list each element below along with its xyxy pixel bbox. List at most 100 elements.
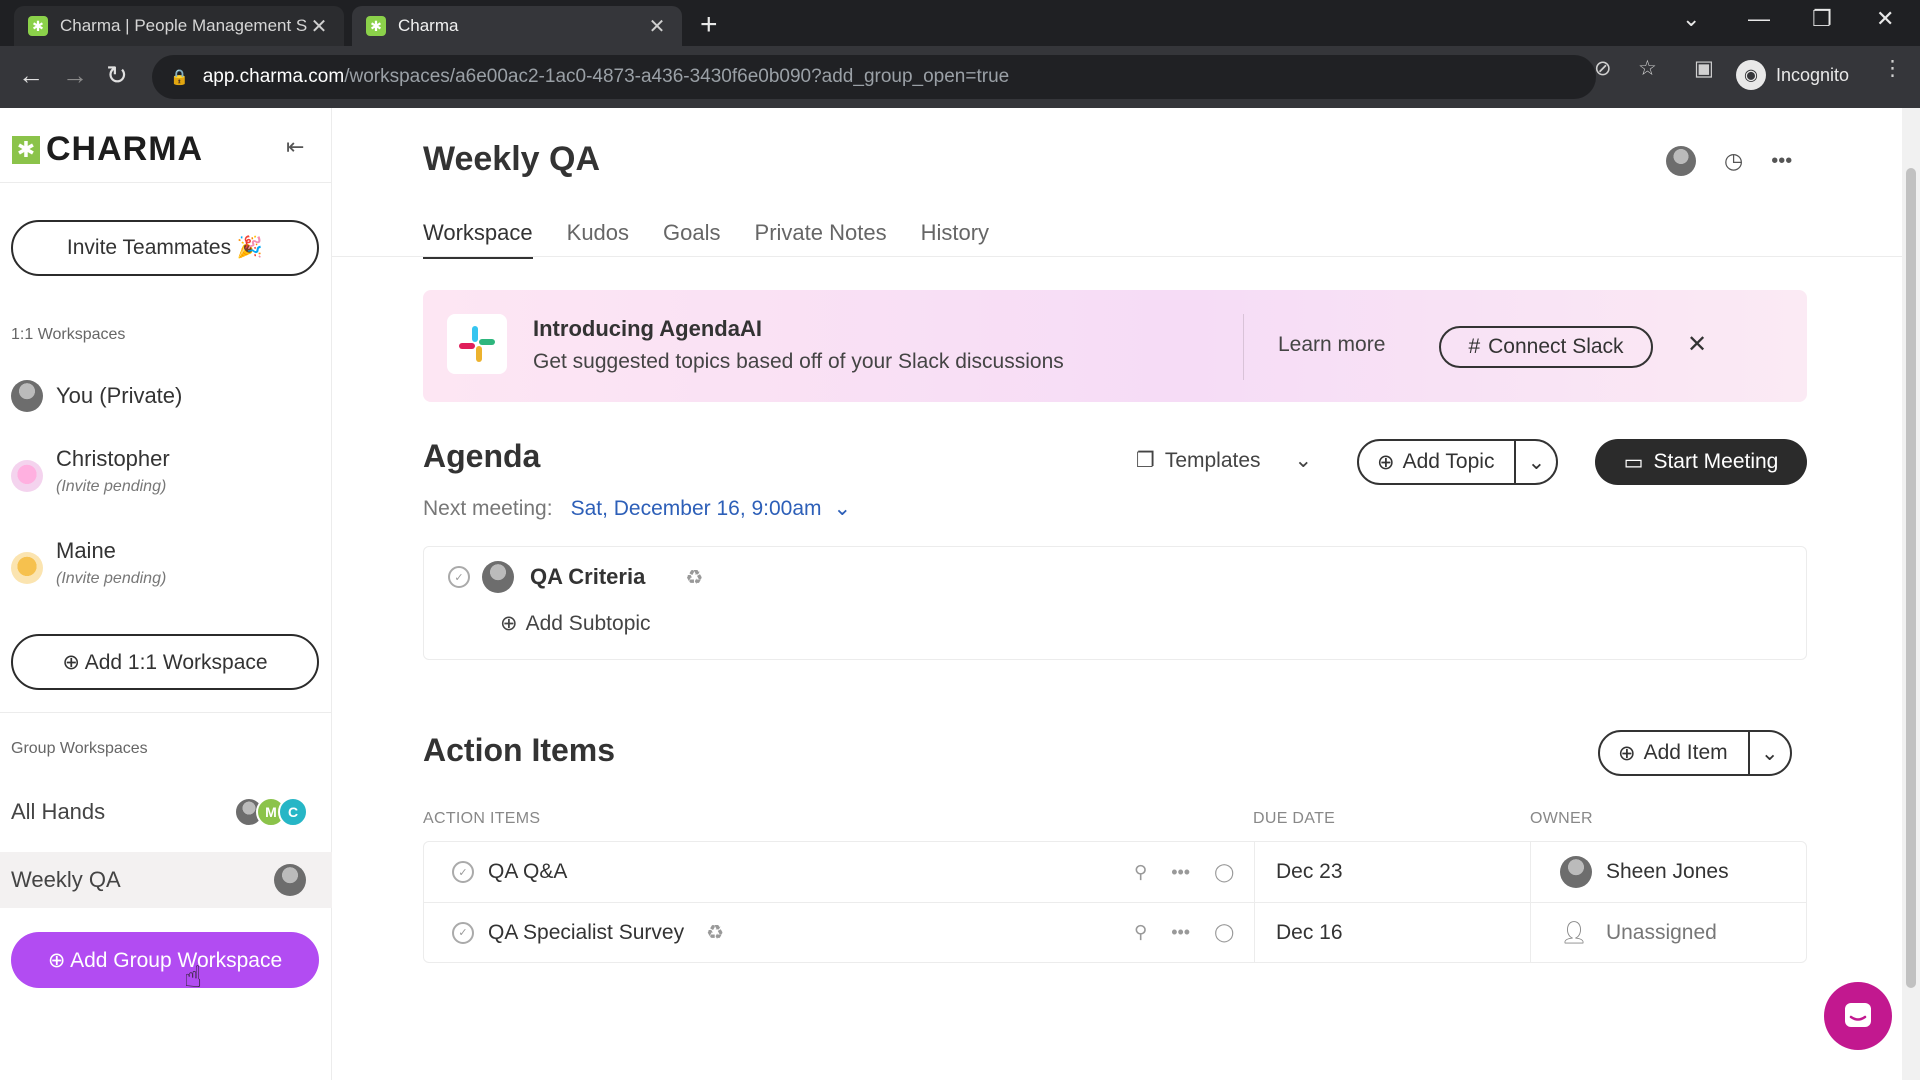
charma-logo-icon: ✱ bbox=[12, 135, 40, 164]
charma-logo[interactable]: ✱ CHARMA bbox=[12, 130, 203, 169]
logo-text: CHARMA bbox=[46, 130, 204, 168]
agenda-topic-card: ✓ QA Criteria ♻ ⊕ Add Subtopic bbox=[423, 546, 1807, 660]
tab-history[interactable]: History bbox=[921, 220, 989, 259]
divider bbox=[1254, 903, 1255, 963]
comment-icon[interactable]: ◯ bbox=[1214, 922, 1234, 943]
plus-circle-icon: ⊕ bbox=[500, 612, 518, 635]
sidebar-item-all-hands[interactable]: All Hands M C bbox=[0, 784, 332, 840]
banner-subtitle: Get suggested topics based off of your S… bbox=[533, 350, 1064, 373]
browser-tabbar: ✱ Charma | People Management S ✕ ✱ Charm… bbox=[0, 0, 1920, 46]
incognito-profile[interactable]: ◉ Incognito bbox=[1736, 60, 1849, 90]
support-chat-button[interactable] bbox=[1824, 982, 1892, 1050]
divider bbox=[0, 712, 332, 713]
check-circle-icon[interactable]: ✓ bbox=[452, 921, 474, 944]
tab-workspace[interactable]: Workspace bbox=[423, 220, 533, 259]
column-header-owner[interactable]: OWNER bbox=[1530, 810, 1593, 828]
add-topic-button[interactable]: ⊕ Add Topic bbox=[1359, 441, 1517, 483]
sidebar-item-maine[interactable]: Maine (Invite pending) bbox=[11, 538, 321, 588]
minimize-icon[interactable]: — bbox=[1748, 6, 1770, 32]
workspace-tabs: Workspace Kudos Goals Private Notes Hist… bbox=[423, 220, 1023, 259]
tab-search-icon[interactable]: ⌄ bbox=[1682, 6, 1700, 32]
close-tab-icon[interactable]: ✕ bbox=[308, 14, 330, 39]
check-circle-icon[interactable]: ✓ bbox=[448, 566, 470, 588]
sidebar-item-weekly-qa[interactable]: Weekly QA bbox=[0, 852, 332, 908]
clock-icon[interactable]: ◷ bbox=[1724, 148, 1743, 174]
close-banner-icon[interactable]: ✕ bbox=[1687, 330, 1707, 359]
chevron-down-icon[interactable]: ⌄ bbox=[834, 496, 852, 521]
due-date[interactable]: Dec 16 bbox=[1276, 921, 1343, 945]
action-item-title[interactable]: QA Q&A bbox=[488, 860, 567, 884]
table-row[interactable]: ✓ QA Specialist Survey ♻ ⚲ ••• ◯ Dec 16 … bbox=[424, 902, 1806, 963]
reload-icon[interactable]: ↻ bbox=[106, 60, 128, 91]
agenda-topic[interactable]: ✓ QA Criteria ♻ bbox=[448, 561, 703, 593]
templates-dropdown[interactable]: ❐ Templates ⌄ bbox=[1136, 448, 1312, 473]
more-options-icon[interactable]: ••• bbox=[1771, 150, 1792, 173]
action-item-title-wrap[interactable]: QA Specialist Survey ♻ bbox=[488, 920, 724, 945]
close-tab-icon[interactable]: ✕ bbox=[646, 14, 668, 39]
tab-private-notes[interactable]: Private Notes bbox=[755, 220, 887, 259]
sidebar-item-you-private[interactable]: You (Private) bbox=[11, 380, 321, 412]
start-meeting-label: Start Meeting bbox=[1653, 450, 1779, 473]
address-bar[interactable]: 🔒 app.charma.com /workspaces/a6e00ac2-1a… bbox=[152, 55, 1596, 99]
divider bbox=[1243, 314, 1244, 380]
side-panel-icon[interactable]: ▣ bbox=[1694, 56, 1714, 81]
column-header-action-items: ACTION ITEMS bbox=[423, 810, 541, 827]
back-icon[interactable]: ← bbox=[18, 60, 44, 91]
eye-off-icon[interactable]: ⊘ bbox=[1594, 56, 1612, 81]
add-topic-menu-chevron-icon[interactable]: ⌄ bbox=[1516, 441, 1556, 483]
monitor-icon: ▭ bbox=[1623, 450, 1644, 474]
workspace-name: Christopher bbox=[56, 446, 170, 471]
add-item-split-button: ⊕ Add Item ⌄ bbox=[1598, 730, 1792, 776]
charma-favicon-icon: ✱ bbox=[366, 16, 386, 36]
new-tab-icon[interactable]: + bbox=[700, 8, 718, 42]
copy-icon: ❐ bbox=[1136, 449, 1155, 472]
forward-icon[interactable]: → bbox=[62, 60, 88, 91]
divider bbox=[332, 256, 1902, 257]
action-items-heading: Action Items bbox=[423, 732, 616, 768]
owner-name: Sheen Jones bbox=[1606, 860, 1729, 883]
add-item-button[interactable]: ⊕ Add Item bbox=[1600, 732, 1750, 774]
table-row[interactable]: ✓ QA Q&A ⚲ ••• ◯ Dec 23 Sheen Jones bbox=[424, 842, 1806, 902]
pin-icon[interactable]: ⚲ bbox=[1134, 862, 1147, 883]
add-subtopic-button[interactable]: ⊕ Add Subtopic bbox=[500, 611, 651, 636]
next-meeting-date[interactable]: Sat, December 16, 9:00am bbox=[571, 497, 822, 521]
tab-kudos[interactable]: Kudos bbox=[567, 220, 629, 259]
more-options-icon[interactable]: ••• bbox=[1171, 862, 1190, 883]
avatar: C bbox=[278, 797, 308, 827]
more-options-icon[interactable]: ••• bbox=[1171, 922, 1190, 943]
check-circle-icon[interactable]: ✓ bbox=[452, 861, 474, 883]
browser-tab-charma[interactable]: ✱ Charma ✕ bbox=[352, 6, 682, 46]
add-subtopic-label: Add Subtopic bbox=[525, 611, 651, 635]
invite-teammates-button[interactable]: Invite Teammates 🎉 bbox=[11, 220, 319, 276]
collapse-sidebar-icon[interactable]: ⇤ bbox=[286, 134, 304, 160]
main-content: Weekly QA ◷ ••• Workspace Kudos Goals Pr… bbox=[332, 108, 1902, 1080]
banner-title: Introducing AgendaAI bbox=[533, 316, 762, 341]
add-one-on-one-workspace-button[interactable]: ⊕ Add 1:1 Workspace bbox=[11, 634, 319, 690]
section-label-group: Group Workspaces bbox=[11, 740, 148, 757]
restore-icon[interactable]: ❐ bbox=[1812, 6, 1832, 32]
due-date[interactable]: Dec 23 bbox=[1276, 860, 1343, 884]
connect-slack-button[interactable]: # Connect Slack bbox=[1439, 326, 1653, 368]
lock-icon: 🔒 bbox=[170, 69, 189, 86]
browser-menu-icon[interactable]: ⋮ bbox=[1882, 56, 1903, 81]
avatar bbox=[11, 380, 43, 412]
comment-icon[interactable]: ◯ bbox=[1214, 862, 1234, 883]
window-close-icon[interactable]: ✕ bbox=[1876, 6, 1894, 32]
add-item-menu-chevron-icon[interactable]: ⌄ bbox=[1750, 732, 1790, 774]
learn-more-link[interactable]: Learn more bbox=[1278, 333, 1385, 357]
scrollbar-thumb[interactable] bbox=[1906, 168, 1916, 988]
invite-status: (Invite pending) bbox=[56, 570, 167, 587]
column-header-due-date[interactable]: DUE DATE bbox=[1253, 810, 1335, 828]
add-group-workspace-button[interactable]: ⊕ Add Group Workspace bbox=[11, 932, 319, 988]
action-items-table: ✓ QA Q&A ⚲ ••• ◯ Dec 23 Sheen Jones ✓ QA… bbox=[423, 841, 1807, 963]
sidebar-item-christopher[interactable]: Christopher (Invite pending) bbox=[11, 446, 321, 496]
owner[interactable]: Sheen Jones bbox=[1560, 856, 1729, 888]
owner[interactable]: 👤︎ Unassigned bbox=[1560, 920, 1717, 946]
tab-goals[interactable]: Goals bbox=[663, 220, 720, 259]
pin-icon[interactable]: ⚲ bbox=[1134, 922, 1147, 943]
browser-tab-charma-people[interactable]: ✱ Charma | People Management S ✕ bbox=[14, 6, 344, 46]
start-meeting-button[interactable]: ▭ Start Meeting bbox=[1595, 439, 1807, 485]
avatar[interactable] bbox=[1666, 146, 1696, 176]
page-scrollbar[interactable] bbox=[1902, 108, 1920, 1080]
bookmark-star-icon[interactable]: ☆ bbox=[1638, 56, 1657, 81]
